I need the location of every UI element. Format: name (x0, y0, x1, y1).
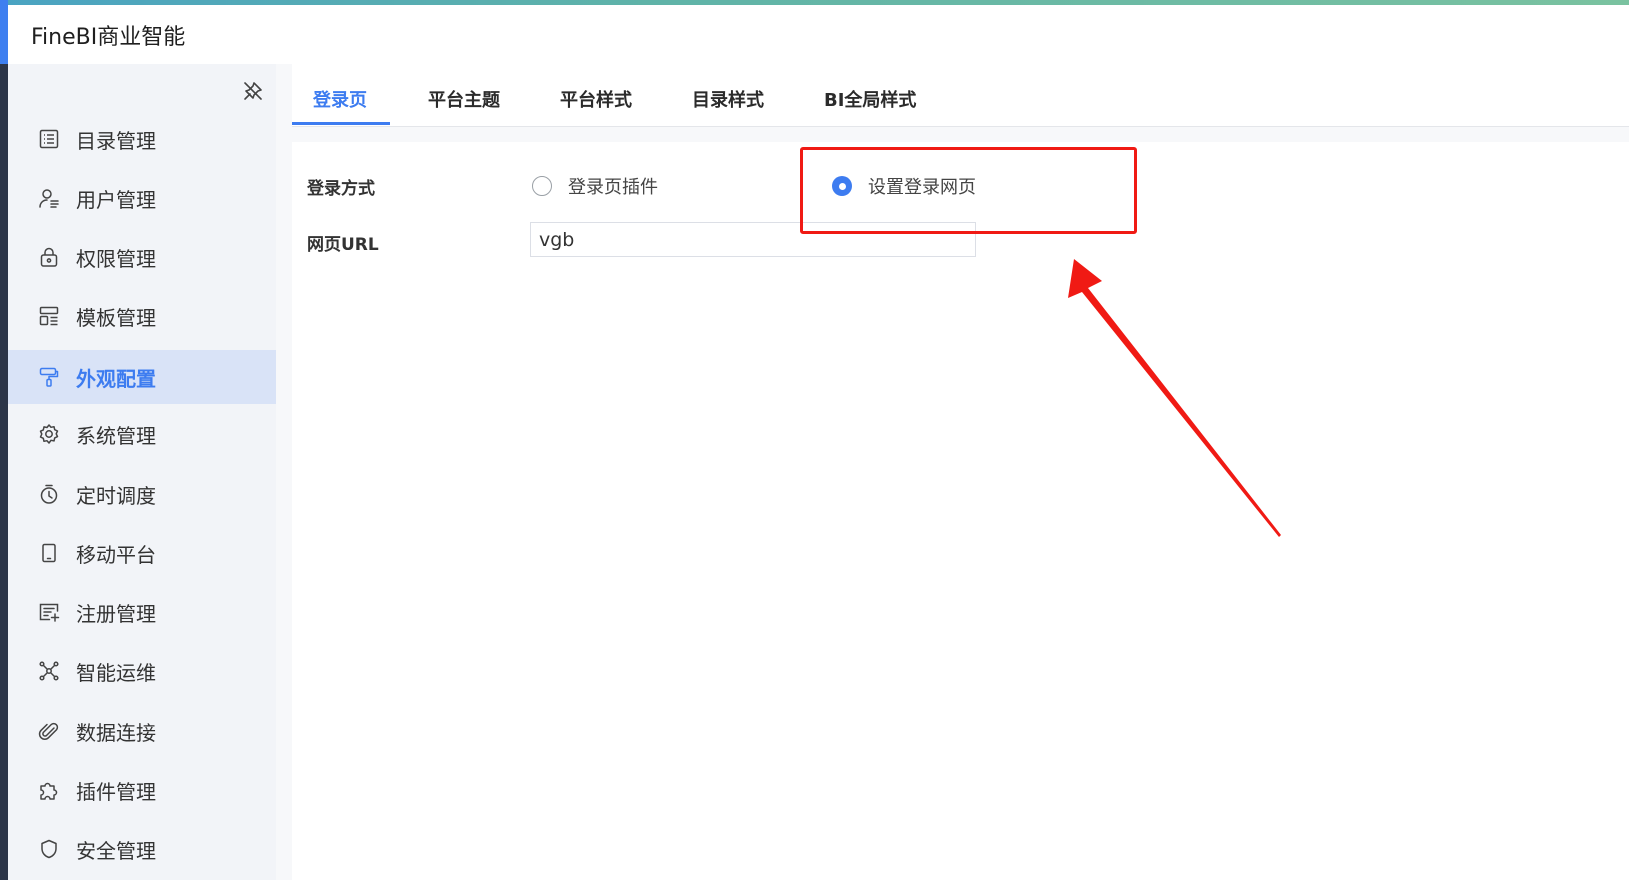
app-title: FineBI商业智能 (31, 25, 186, 50)
shield-icon (41, 839, 57, 859)
sidebar-item-label: 系统管理 (76, 424, 156, 448)
sidebar-item-label: 定时调度 (76, 484, 156, 508)
sidebar-item-label: 插件管理 (76, 780, 156, 804)
sidebar-item-templates[interactable]: 模板管理 (8, 289, 276, 343)
mobile-icon (42, 543, 56, 563)
sidebar-item-appearance[interactable]: 外观配置 (8, 350, 276, 404)
network-icon (39, 661, 59, 681)
left-edge-accent (0, 0, 8, 64)
radio-login-plugin-label: 登录页插件 (568, 177, 658, 198)
tab-bi-global-style[interactable]: BI全局样式 (824, 86, 916, 112)
radio-circle (532, 176, 552, 196)
tab-active-indicator (292, 122, 390, 125)
gear-icon (39, 424, 59, 444)
radio-login-plugin[interactable]: 登录页插件 (532, 173, 658, 199)
sidebar-item-users[interactable]: 用户管理 (8, 171, 276, 225)
tab-login-page[interactable]: 登录页 (313, 86, 367, 112)
url-label: 网页URL (307, 235, 379, 255)
lock-icon (40, 247, 58, 267)
tab-platform-style[interactable]: 平台样式 (560, 86, 632, 112)
paint-roller-icon (39, 367, 59, 387)
tab-catalog-style[interactable]: 目录样式 (692, 86, 764, 112)
sidebar-item-label: 权限管理 (76, 247, 156, 271)
tab-platform-theme[interactable]: 平台主题 (428, 86, 500, 112)
template-icon (39, 306, 59, 326)
register-icon (39, 603, 60, 622)
sidebar-item-label: 注册管理 (76, 602, 156, 626)
left-edge-strip (0, 0, 8, 880)
sidebar-item-registration[interactable]: 注册管理 (8, 585, 276, 639)
sidebar-item-catalog[interactable]: 目录管理 (8, 112, 276, 166)
sidebar-item-ops[interactable]: 智能运维 (8, 644, 276, 698)
sidebar-item-label: 智能运维 (76, 661, 156, 685)
sidebar-item-label: 模板管理 (76, 306, 156, 330)
tab-bar: 登录页 平台主题 平台样式 目录样式 BI全局样式 (292, 64, 1629, 127)
user-icon (39, 189, 59, 208)
sidebar-item-system[interactable]: 系统管理 (8, 407, 276, 461)
sidebar-item-label: 外观配置 (76, 367, 156, 391)
sidebar-item-label: 用户管理 (76, 188, 156, 212)
app-header: FineBI商业智能 (8, 5, 1629, 65)
sidebar-item-label: 数据连接 (76, 721, 156, 745)
sidebar-item-data-connection[interactable]: 数据连接 (8, 704, 276, 758)
sidebar-item-permissions[interactable]: 权限管理 (8, 230, 276, 284)
puzzle-icon (40, 782, 58, 800)
sidebar-item-label: 安全管理 (76, 839, 156, 863)
sidebar-item-plugins[interactable]: 插件管理 (8, 763, 276, 817)
pin-icon[interactable] (242, 80, 264, 102)
sidebar-item-schedule[interactable]: 定时调度 (8, 467, 276, 521)
paperclip-icon (38, 722, 59, 740)
sidebar: 目录管理 用户管理 权限管理 模板管理 外观配置 系统管理 定时调度 移动平台 … (8, 64, 277, 880)
login-method-label: 登录方式 (307, 179, 375, 199)
sidebar-item-security[interactable]: 安全管理 (8, 822, 276, 876)
sidebar-item-mobile[interactable]: 移动平台 (8, 526, 276, 580)
sidebar-item-label: 目录管理 (76, 129, 156, 153)
annotation-highlight-box (800, 147, 1137, 234)
timer-icon (40, 484, 58, 504)
list-icon (39, 129, 59, 149)
sidebar-item-label: 移动平台 (76, 543, 156, 567)
